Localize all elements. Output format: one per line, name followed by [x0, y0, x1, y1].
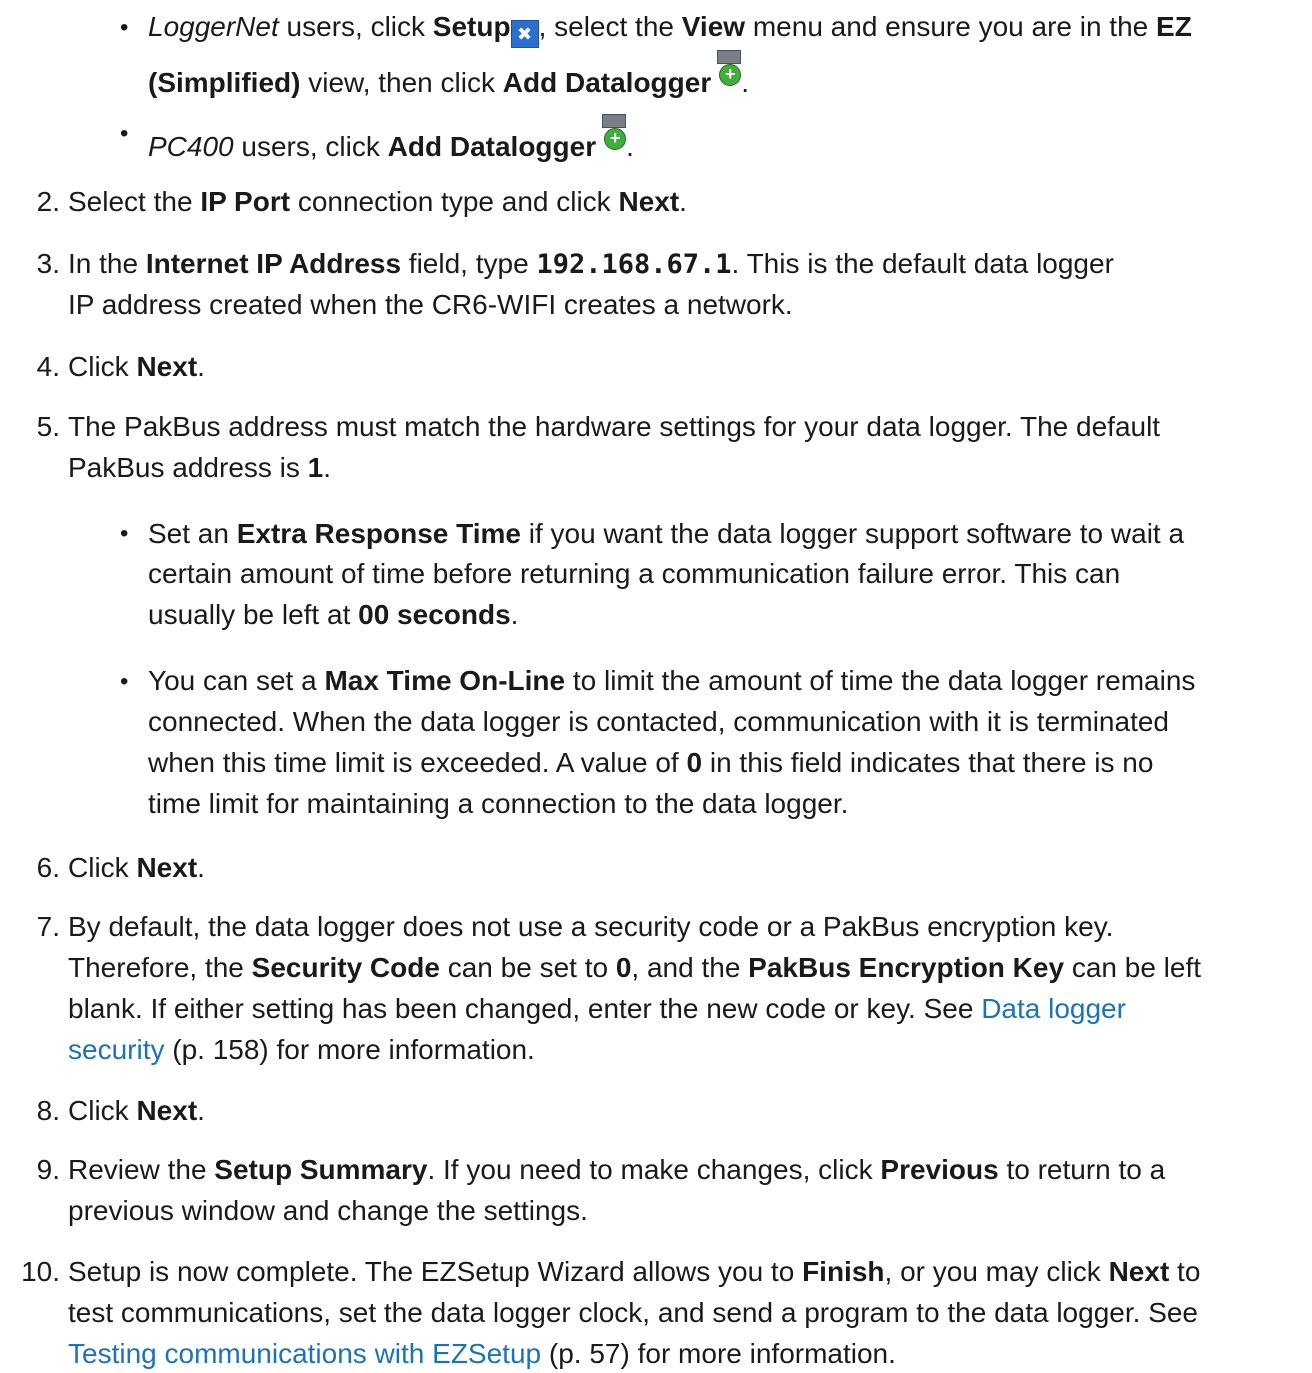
step-9-line2: previous window and change the settings.: [68, 1195, 588, 1226]
step-7-line4: security (p. 158) for more information.: [68, 1034, 535, 1065]
data-logger-security-link[interactable]: Data logger: [981, 993, 1126, 1024]
step-10-line2: test communications, set the data logger…: [68, 1297, 1199, 1328]
data-logger-security-link-cont[interactable]: security: [68, 1034, 164, 1065]
step-number: 5.: [36, 411, 60, 442]
bullet-pc400-line: PC400 users, click Add Datalogger +.: [148, 114, 634, 166]
step-10-line1: Setup is now complete. The EZSetup Wizar…: [68, 1256, 1201, 1287]
step-3-line2: IP address created when the CR6-WIFI cre…: [68, 289, 793, 320]
step-number: 4.: [36, 351, 60, 382]
bullet-marker: •: [120, 120, 129, 147]
step-6: Click Next.: [68, 852, 205, 883]
step-number: 3.: [36, 248, 60, 279]
step-10-line3: Testing communications with EZSetup (p. …: [68, 1338, 896, 1369]
step-5-sub2-line3: when this time limit is exceeded. A valu…: [148, 747, 1154, 778]
add-datalogger-icon: +: [711, 50, 742, 86]
add-datalogger-label: Add Datalogger: [502, 67, 712, 98]
setup-icon: ✖: [510, 20, 539, 48]
step-7-line1: By default, the data logger does not use…: [68, 911, 1114, 942]
step-4: Click Next.: [68, 351, 205, 382]
step-2: Select the IP Port connection type and c…: [68, 186, 687, 217]
step-number: 2.: [36, 186, 60, 217]
step-5-line1: The PakBus address must match the hardwa…: [68, 411, 1161, 442]
bullet-marker: •: [120, 668, 129, 695]
bullet-loggernet-line1: LoggerNet users, click Setup ✖, select th…: [148, 8, 1192, 48]
view-menu-label: View: [681, 11, 746, 42]
bullet-loggernet-line2: (Simplified) view, then click Add Datalo…: [148, 50, 749, 102]
setup-label: Setup: [432, 11, 511, 42]
step-number: 9.: [36, 1154, 60, 1185]
step-5-line2: PakBus address is 1.: [68, 452, 332, 483]
step-8: Click Next.: [68, 1095, 205, 1126]
step-5-sub1-line2: certain amount of time before returning …: [148, 558, 1121, 589]
step-number: 8.: [36, 1095, 60, 1126]
ez-view-label: (Simplified): [148, 67, 301, 98]
step-9-line1: Review the Setup Summary. If you need to…: [68, 1154, 1166, 1185]
step-7-line2: Therefore, the Security Code can be set …: [68, 952, 1202, 983]
add-datalogger-label: Add Datalogger: [387, 131, 597, 162]
document-page: • LoggerNet users, click Setup ✖, select …: [0, 0, 1312, 1372]
bullet-marker: •: [120, 520, 129, 547]
step-number: 10.: [21, 1256, 60, 1287]
step-number: 7.: [36, 911, 60, 942]
step-5-sub2-line1: You can set a Max Time On-Line to limit …: [148, 665, 1196, 696]
step-5-sub2-line4: time limit for maintaining a connection …: [148, 788, 849, 819]
step-5-sub1-line3: usually be left at 00 seconds.: [148, 599, 519, 630]
ip-address-code: 192.168.67.1: [536, 249, 732, 280]
step-5-sub1-line1: Set an Extra Response Time if you want t…: [148, 518, 1185, 549]
app-name: PC400: [148, 131, 234, 162]
step-7-line3: blank. If either setting has been change…: [68, 993, 1126, 1024]
testing-communications-link[interactable]: Testing communications with EZSetup: [68, 1338, 541, 1369]
step-3-line1: In the Internet IP Address field, type 1…: [68, 248, 1114, 280]
step-number: 6.: [36, 852, 60, 883]
add-datalogger-icon: +: [596, 114, 627, 150]
step-5-sub2-line2: connected. When the data logger is conta…: [148, 706, 1169, 737]
bullet-marker: •: [120, 14, 129, 41]
app-name: LoggerNet: [148, 11, 279, 42]
